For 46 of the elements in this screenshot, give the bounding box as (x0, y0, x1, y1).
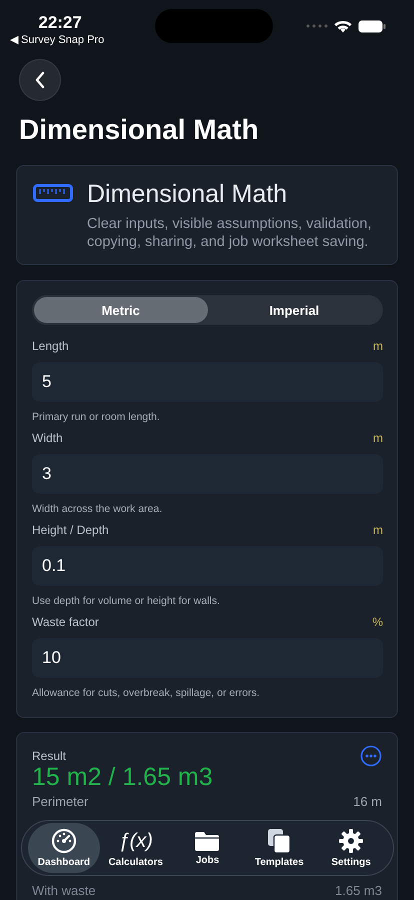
more-button[interactable] (360, 745, 382, 767)
unit-tab[interactable]: Imperial (208, 297, 381, 323)
field-label: Waste factor (32, 615, 99, 629)
field-hint: Use depth for volume or height for walls. (32, 595, 221, 607)
gauge-icon (50, 828, 77, 854)
page-title: Dimensional Math (19, 113, 260, 147)
field-hint: Width across the work area. (32, 503, 164, 515)
result-label: Result (32, 749, 66, 763)
back-button[interactable] (19, 59, 61, 101)
input-field[interactable]: 0.1 (32, 546, 383, 586)
battery-icon (358, 20, 386, 32)
input-field[interactable]: 10 (32, 638, 383, 678)
ruler-icon (33, 184, 73, 202)
field-label: Length (32, 339, 69, 353)
result-row-label: Perimeter (32, 794, 88, 809)
tab-item[interactable]: Settings (315, 823, 387, 873)
tab-item[interactable]: Jobs (172, 823, 244, 873)
field-hint: Primary run or room length. (32, 411, 161, 423)
wifi-icon (334, 20, 352, 32)
result-row-label: With waste (32, 883, 96, 898)
result-row-value: 1.65 m3 (335, 883, 382, 898)
copy-icon (267, 828, 292, 854)
tab-item[interactable]: Templates (243, 823, 316, 873)
card-title: Dimensional Math (87, 180, 288, 209)
chevron-left-icon (34, 70, 46, 90)
field-hint: Allowance for cuts, overbreak, spillage, or errors. (32, 687, 261, 699)
card-description: Clear inputs, visible assumptions, validation, copying, sharing, and job worksheet saving. (87, 215, 372, 251)
signal-icon (306, 24, 328, 28)
unit-tab[interactable]: Metric (34, 297, 208, 323)
tab-item[interactable]: Dashboard (28, 823, 100, 873)
input-field[interactable]: 5 (32, 362, 383, 402)
folder-icon (194, 830, 220, 852)
result-value: 15 m2 / 1.65 m3 (32, 763, 214, 792)
field-label: Height / Depth (32, 523, 109, 537)
tab-item[interactable]: ƒ(x) Calculators (100, 823, 172, 873)
input-field[interactable]: 3 (32, 454, 383, 494)
field-label: Width (32, 431, 63, 445)
more-icon (360, 745, 382, 767)
unit-label: m (373, 339, 383, 353)
back-to-app-link[interactable]: ◀ Survey Snap Pro (10, 32, 104, 46)
status-time: 22:27 (38, 12, 82, 32)
gear-icon (338, 828, 364, 854)
unit-label: m (373, 523, 383, 537)
result-row-value: 16 m (353, 794, 382, 809)
unit-label: m (373, 431, 383, 445)
unit-label: % (372, 615, 383, 629)
